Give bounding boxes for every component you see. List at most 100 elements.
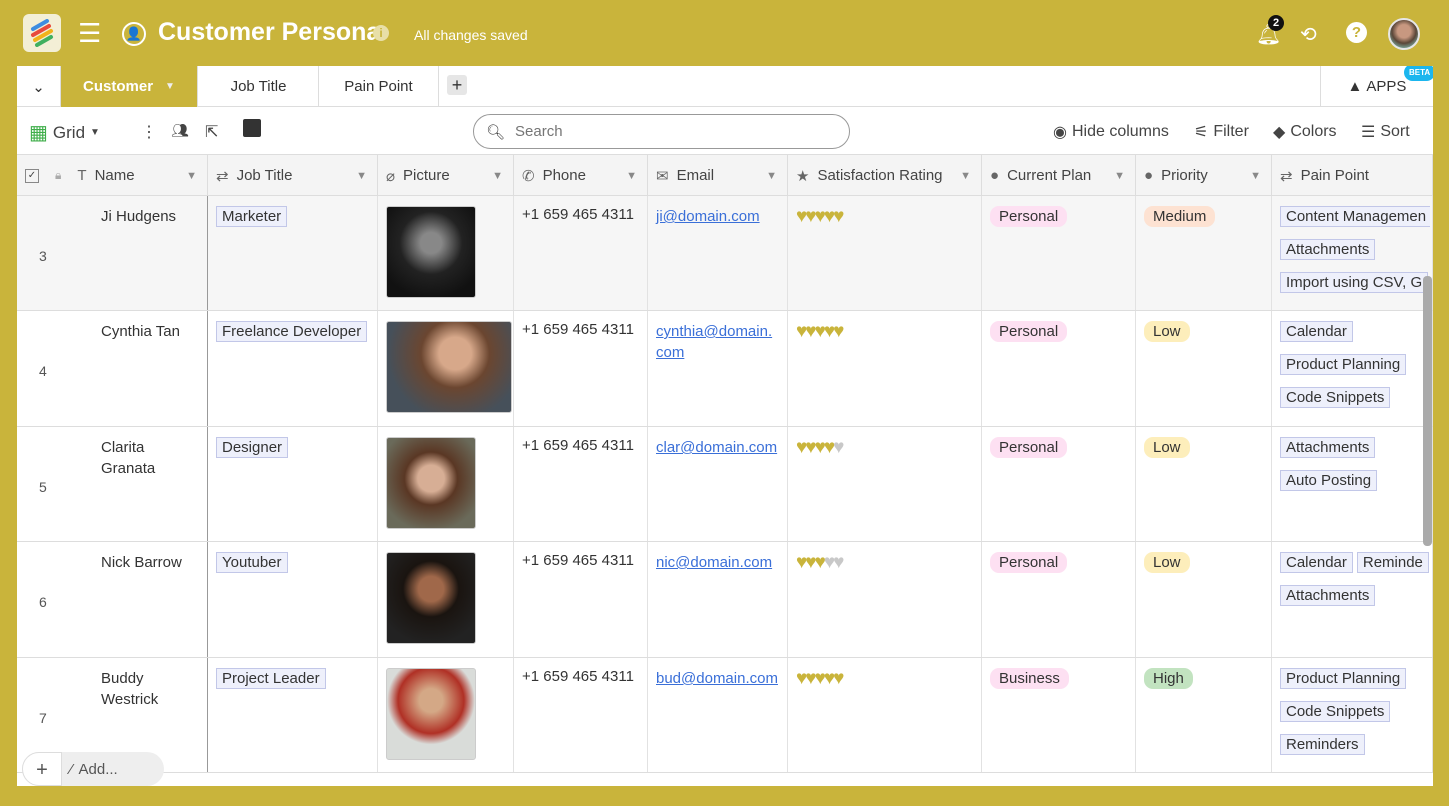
heart-icon[interactable]: ♥: [796, 206, 807, 227]
table-row[interactable]: 5 Clarita Granata Designer +1 659 465 4311 c…: [17, 427, 1433, 542]
cell[interactable]: 5 Clarita Granata: [17, 427, 208, 541]
job-title-chip[interactable]: Project Leader: [216, 668, 326, 689]
cell[interactable]: +1 659 465 4311: [514, 196, 648, 310]
cell[interactable]: [378, 427, 514, 541]
table-row[interactable]: 4 Cynthia Tan Freelance Developer +1 659 46…: [17, 311, 1433, 427]
heart-icon[interactable]: ♥: [833, 321, 844, 342]
heart-icon[interactable]: ♥: [796, 437, 807, 458]
priority-pill[interactable]: Low: [1144, 552, 1190, 573]
pain-point-chip[interactable]: Import using CSV, G: [1280, 272, 1429, 293]
cell[interactable]: [378, 311, 514, 426]
info-icon[interactable]: i: [373, 25, 389, 41]
satisfaction-rating[interactable]: ♥♥♥♥♥: [796, 206, 844, 227]
priority-pill[interactable]: Medium: [1144, 206, 1216, 227]
table-row[interactable]: 7 Buddy Westrick Project Leader +1 659 465 …: [17, 658, 1433, 773]
pain-point-chip[interactable]: Code Snippets: [1280, 701, 1391, 722]
cell[interactable]: Marketer: [208, 196, 378, 310]
cell[interactable]: +1 659 465 4311: [514, 427, 648, 541]
caret-down-icon[interactable]: ▼: [492, 170, 503, 182]
picture-thumbnail[interactable]: [386, 552, 476, 644]
cell[interactable]: +1 659 465 4311: [514, 542, 648, 657]
caret-down-icon[interactable]: ▼: [1250, 170, 1261, 182]
caret-down-icon[interactable]: ▼: [766, 170, 777, 182]
view-switcher[interactable]: ▦ Grid ▼: [29, 120, 100, 145]
heart-icon[interactable]: ♥: [805, 668, 816, 689]
column-header[interactable]: ⇄ Job Title ▼: [208, 155, 378, 196]
cell[interactable]: ♥♥♥♥♥: [788, 658, 982, 772]
current-plan-pill[interactable]: Personal: [990, 321, 1068, 342]
collapse-chevron-icon[interactable]: ⌄: [17, 66, 61, 107]
caret-down-icon[interactable]: ▼: [165, 81, 175, 92]
tab-pain-point[interactable]: Pain Point: [319, 66, 439, 107]
current-plan-pill[interactable]: Business: [990, 668, 1069, 689]
cell[interactable]: Attachments Auto Posting: [1272, 427, 1433, 541]
cell[interactable]: Youtuber: [208, 542, 378, 657]
cell[interactable]: Calendar Reminde Attachments: [1272, 542, 1433, 657]
column-header[interactable]: ✓ 🔒︎ T Name ▼: [17, 155, 208, 196]
job-title-chip[interactable]: Designer: [216, 437, 289, 458]
help-icon[interactable]: ?: [1346, 22, 1367, 43]
column-header[interactable]: ✆ Phone ▼: [514, 155, 648, 196]
heart-icon[interactable]: ♥: [815, 437, 826, 458]
heart-icon[interactable]: ♥: [824, 552, 835, 573]
heart-icon[interactable]: ♥: [824, 437, 835, 458]
layout-icon[interactable]: [243, 119, 261, 137]
cell[interactable]: Low: [1136, 542, 1272, 657]
heart-icon[interactable]: ♥: [824, 206, 835, 227]
heart-icon[interactable]: ♥: [815, 668, 826, 689]
picture-thumbnail[interactable]: [386, 668, 476, 760]
cell[interactable]: Personal: [982, 311, 1136, 426]
caret-down-icon[interactable]: ▼: [626, 170, 637, 182]
pain-point-chip[interactable]: Reminders: [1280, 734, 1365, 755]
pain-point-chip[interactable]: Content Managemen: [1280, 206, 1430, 227]
search-input[interactable]: [515, 123, 836, 140]
heart-icon[interactable]: ♥: [805, 206, 816, 227]
cell[interactable]: clar@domain.com: [648, 427, 788, 541]
job-title-chip[interactable]: Youtuber: [216, 552, 288, 573]
app-logo[interactable]: [23, 14, 61, 52]
heart-icon[interactable]: ♥: [824, 321, 835, 342]
sort-button[interactable]: ☰ Sort: [1361, 122, 1410, 142]
history-icon[interactable]: ⟲: [1300, 22, 1317, 47]
column-header[interactable]: ● Current Plan ▼: [982, 155, 1136, 196]
pain-point-chip[interactable]: Calendar: [1280, 552, 1353, 573]
cell[interactable]: Personal: [982, 542, 1136, 657]
satisfaction-rating[interactable]: ♥♥♥♥♥: [796, 552, 844, 573]
heart-icon[interactable]: ♥: [805, 321, 816, 342]
pain-point-chip[interactable]: Attachments: [1280, 585, 1376, 606]
heart-icon[interactable]: ♥: [815, 321, 826, 342]
cell[interactable]: Personal: [982, 427, 1136, 541]
cell[interactable]: Freelance Developer: [208, 311, 378, 426]
cell[interactable]: Designer: [208, 427, 378, 541]
cell[interactable]: Calendar Product Planning Code Snippets: [1272, 311, 1433, 426]
picture-thumbnail[interactable]: [386, 437, 476, 529]
heart-icon[interactable]: ♥: [824, 668, 835, 689]
cell[interactable]: +1 659 465 4311: [514, 311, 648, 426]
priority-pill[interactable]: Low: [1144, 437, 1190, 458]
share-users-icon[interactable]: 👥︎: [171, 122, 189, 139]
search-box[interactable]: 🔍︎: [473, 114, 850, 149]
pain-point-chip[interactable]: Code Snippets: [1280, 387, 1391, 408]
cell[interactable]: +1 659 465 4311: [514, 658, 648, 772]
cell[interactable]: Product Planning Code Snippets Reminders: [1272, 658, 1433, 772]
column-header[interactable]: ✉ Email ▼: [648, 155, 788, 196]
tab-customer[interactable]: Customer ▼: [61, 66, 198, 107]
export-icon[interactable]: ⇱: [205, 122, 218, 142]
avatar[interactable]: [1388, 18, 1420, 50]
pain-point-chip[interactable]: Product Planning: [1280, 354, 1407, 375]
cell[interactable]: ♥♥♥♥♥: [788, 542, 982, 657]
heart-icon[interactable]: ♥: [833, 206, 844, 227]
cell[interactable]: [378, 658, 514, 772]
cell[interactable]: ♥♥♥♥♥: [788, 311, 982, 426]
vertical-scrollbar[interactable]: [1423, 276, 1432, 546]
heart-icon[interactable]: ♥: [833, 437, 844, 458]
heart-icon[interactable]: ♥: [796, 668, 807, 689]
heart-icon[interactable]: ♥: [833, 552, 844, 573]
select-all-checkbox[interactable]: ✓: [25, 168, 39, 183]
cell[interactable]: nic@domain.com: [648, 542, 788, 657]
email-link[interactable]: nic@domain.com: [656, 554, 772, 571]
pain-point-chip[interactable]: Attachments: [1280, 437, 1376, 458]
cell[interactable]: ♥♥♥♥♥: [788, 427, 982, 541]
current-plan-pill[interactable]: Personal: [990, 552, 1068, 573]
cell[interactable]: 3 Ji Hudgens: [17, 196, 208, 310]
